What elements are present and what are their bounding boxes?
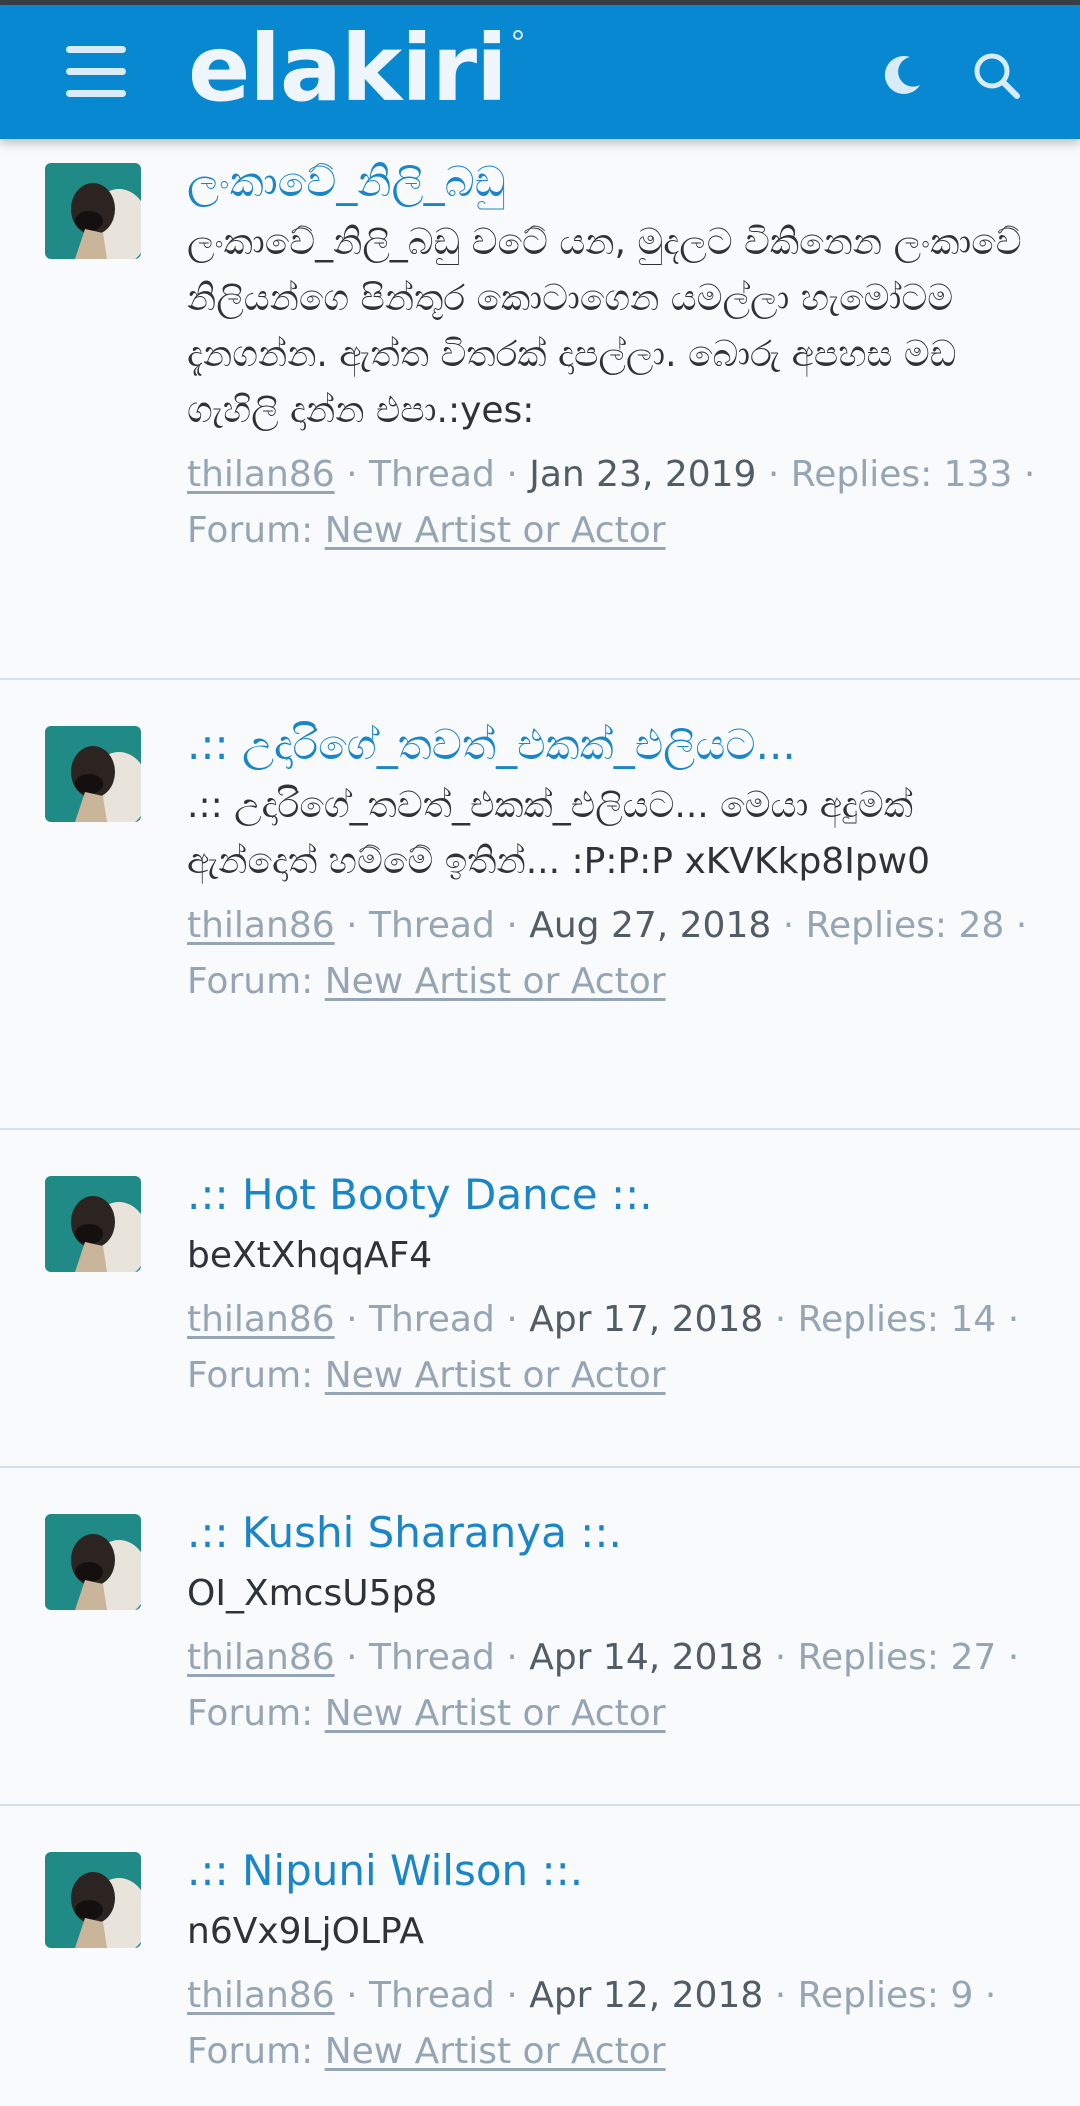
meta-separator: ·: [346, 1299, 369, 1340]
thread-item[interactable]: .:: උදාරිගේ_තවත්_එකක්_එලියට... .:: උදාරි…: [0, 680, 1080, 1130]
meta-separator: ·: [782, 905, 806, 946]
meta-separator: ·: [346, 1637, 369, 1678]
forum-link[interactable]: New Artist or Actor: [325, 2031, 666, 2072]
content-type: Thread: [368, 1299, 495, 1340]
meta-separator: ·: [506, 454, 530, 495]
thread-snippet: OI_XmcsU5p8: [187, 1573, 438, 1614]
post-date: Aug 27, 2018: [529, 905, 772, 946]
thread-item[interactable]: .:: Kushi Sharanya ::. OI_XmcsU5p8 thila…: [0, 1468, 1080, 1806]
forum-label: Forum:: [187, 510, 314, 551]
thread-meta: thilan86 · Thread · Apr 12, 2018 · Repli…: [187, 1968, 1047, 2080]
replies-count: Replies: 133: [790, 454, 1013, 495]
thread-content: ලංකාවේ_නිලි_බඩු ලංකාවේ_නිලි_බඩු වටේ යන, …: [187, 153, 1047, 559]
content-type: Thread: [368, 905, 495, 946]
thread-meta: thilan86 · Thread · Apr 14, 2018 · Repli…: [187, 1630, 1047, 1742]
meta-separator: ·: [767, 454, 791, 495]
forum-link[interactable]: New Artist or Actor: [325, 510, 666, 551]
replies-count: Replies: 9: [797, 1975, 974, 2016]
thread-snippet: n6Vx9LjOLPA: [187, 1911, 425, 1952]
avatar[interactable]: [45, 163, 141, 259]
meta-separator: ·: [506, 1975, 530, 2016]
site-logo[interactable]: elakiri: [188, 19, 508, 119]
thread-content: .:: උදාරිගේ_තවත්_එකක්_එලියට... .:: උදාරි…: [187, 716, 1047, 1010]
forum-label: Forum:: [187, 961, 314, 1002]
avatar[interactable]: [45, 1514, 141, 1610]
forum-label: Forum:: [187, 1693, 314, 1734]
meta-separator: ·: [1007, 1299, 1020, 1340]
meta-separator: ·: [1023, 454, 1036, 495]
thread-content: .:: Hot Booty Dance ::. beXtXhqqAF4 thil…: [187, 1166, 1047, 1404]
thread-meta: thilan86 · Thread · Aug 27, 2018 · Repli…: [187, 898, 1047, 1010]
app-header: elakiri: [0, 5, 1080, 139]
meta-separator: ·: [346, 905, 369, 946]
thread-snippet: beXtXhqqAF4: [187, 1235, 433, 1276]
thread-snippet: .:: උදාරිගේ_තවත්_එකක්_එලියට... මෙයා අදුම…: [187, 785, 931, 882]
avatar[interactable]: [45, 1852, 141, 1948]
moon-icon[interactable]: [880, 53, 924, 97]
replies-count: Replies: 14: [797, 1299, 997, 1340]
meta-separator: ·: [774, 1637, 798, 1678]
pug-avatar-image: [45, 1514, 141, 1610]
thread-item[interactable]: ලංකාවේ_නිලි_බඩු ලංකාවේ_නිලි_බඩු වටේ යන, …: [0, 139, 1080, 680]
meta-separator: ·: [506, 905, 530, 946]
meta-separator: ·: [774, 1299, 798, 1340]
forum-link[interactable]: New Artist or Actor: [325, 1693, 666, 1734]
thread-title-link[interactable]: ලංකාවේ_නිලි_බඩු: [187, 153, 1047, 211]
meta-separator: ·: [1007, 1637, 1020, 1678]
thread-item[interactable]: .:: Nipuni Wilson ::. n6Vx9LjOLPA thilan…: [0, 1806, 1080, 2106]
author-link[interactable]: thilan86: [187, 454, 335, 495]
replies-count: Replies: 27: [797, 1637, 997, 1678]
avatar[interactable]: [45, 726, 141, 822]
meta-separator: ·: [346, 454, 369, 495]
forum-link[interactable]: New Artist or Actor: [325, 1355, 666, 1396]
post-date: Apr 14, 2018: [529, 1637, 764, 1678]
content-type: Thread: [368, 1637, 495, 1678]
pug-avatar-image: [45, 1176, 141, 1272]
author-link[interactable]: thilan86: [187, 905, 335, 946]
hamburger-menu-icon[interactable]: [66, 46, 126, 98]
pug-avatar-image: [45, 726, 141, 822]
forum-label: Forum:: [187, 2031, 314, 2072]
author-link[interactable]: thilan86: [187, 1299, 335, 1340]
meta-separator: ·: [506, 1637, 530, 1678]
thread-title-link[interactable]: .:: Nipuni Wilson ::.: [187, 1842, 1047, 1900]
meta-separator: ·: [984, 1975, 997, 2016]
forum-label: Forum:: [187, 1355, 314, 1396]
post-date: Apr 17, 2018: [529, 1299, 764, 1340]
meta-separator: ·: [346, 1975, 369, 2016]
thread-item[interactable]: .:: Hot Booty Dance ::. beXtXhqqAF4 thil…: [0, 1130, 1080, 1468]
post-date: Jan 23, 2019: [529, 454, 757, 495]
thread-content: .:: Kushi Sharanya ::. OI_XmcsU5p8 thila…: [187, 1504, 1047, 1742]
logo-registered-mark: [513, 30, 523, 40]
thread-title-link[interactable]: .:: උදාරිගේ_තවත්_එකක්_එලියට...: [187, 716, 1047, 774]
thread-meta: thilan86 · Thread · Jan 23, 2019 · Repli…: [187, 447, 1047, 559]
post-date: Apr 12, 2018: [529, 1975, 764, 2016]
pug-avatar-image: [45, 163, 141, 259]
avatar[interactable]: [45, 1176, 141, 1272]
thread-meta: thilan86 · Thread · Apr 17, 2018 · Repli…: [187, 1292, 1047, 1404]
forum-link[interactable]: New Artist or Actor: [325, 961, 666, 1002]
thread-title-link[interactable]: .:: Hot Booty Dance ::.: [187, 1166, 1047, 1224]
thread-content: .:: Nipuni Wilson ::. n6Vx9LjOLPA thilan…: [187, 1842, 1047, 2080]
meta-separator: ·: [1015, 905, 1028, 946]
content-type: Thread: [368, 1975, 495, 2016]
search-icon[interactable]: [972, 51, 1022, 101]
pug-avatar-image: [45, 1852, 141, 1948]
thread-title-link[interactable]: .:: Kushi Sharanya ::.: [187, 1504, 1047, 1562]
author-link[interactable]: thilan86: [187, 1975, 335, 2016]
author-link[interactable]: thilan86: [187, 1637, 335, 1678]
meta-separator: ·: [774, 1975, 798, 2016]
meta-separator: ·: [506, 1299, 530, 1340]
content-type: Thread: [368, 454, 495, 495]
thread-snippet: ලංකාවේ_නිලි_බඩු වටේ යන, මුදලට විකිනෙන ලං…: [187, 222, 1022, 431]
replies-count: Replies: 28: [805, 905, 1005, 946]
